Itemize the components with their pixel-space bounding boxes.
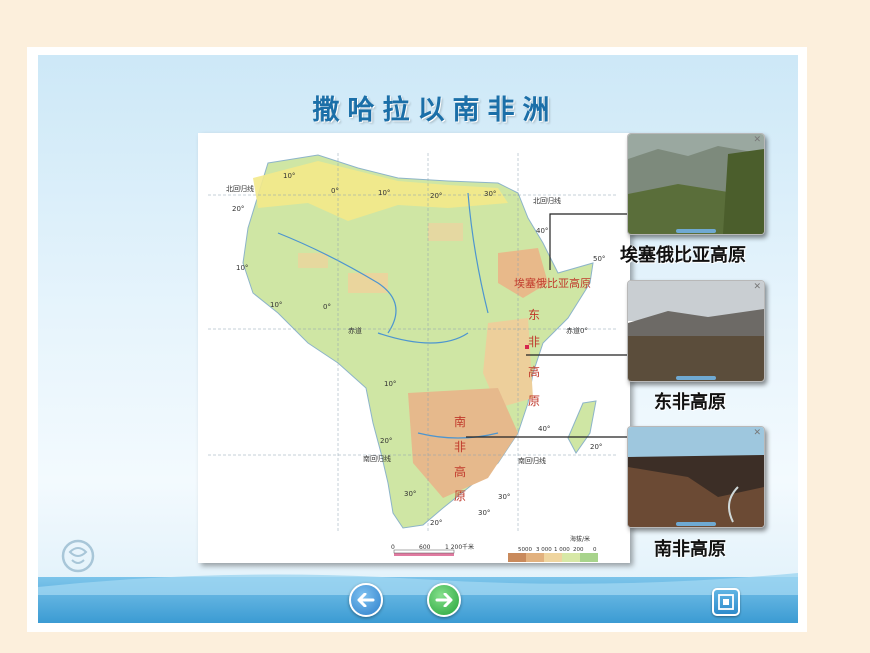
close-icon[interactable]: ✕ [753,428,761,438]
east-africa-photo[interactable]: ✕ [627,280,765,382]
south-africa-photo[interactable]: ✕ [627,426,765,528]
east-africa-photo-label: 东非高原 [654,392,726,413]
south-africa-photo-label: 南非高原 [654,539,726,560]
close-icon[interactable]: ✕ [753,135,761,145]
photo-caption [676,522,716,526]
arrow-left-icon [357,593,375,607]
fullscreen-button[interactable] [712,588,740,616]
photo-caption [676,376,716,380]
ethiopia-photo-label: 埃塞俄比亚高原 [620,245,746,266]
next-button[interactable] [427,583,461,617]
arrow-right-icon [435,593,453,607]
prev-button[interactable] [349,583,383,617]
close-icon[interactable]: ✕ [753,282,761,292]
ethiopia-highland-photo[interactable]: ✕ [627,133,765,235]
fullscreen-icon [718,594,734,610]
photo-caption [676,229,716,233]
toolbar-wave [38,573,798,595]
